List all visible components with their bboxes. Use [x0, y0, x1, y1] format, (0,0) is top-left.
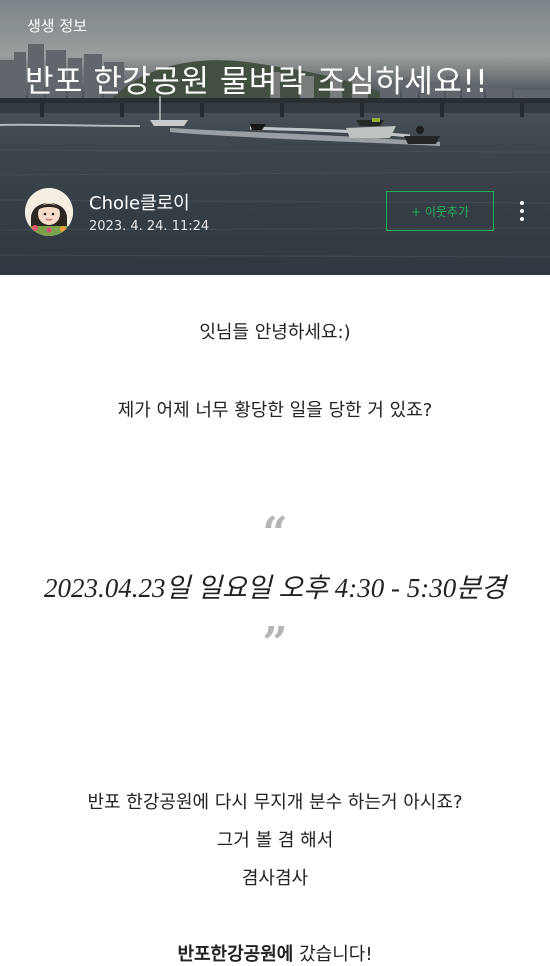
body-line-4-bold: 반포한강공원에 [177, 944, 294, 965]
body-line-4: 반포한강공원에 갔습니다! [0, 940, 550, 966]
quote-close-icon: ” [262, 618, 288, 669]
greeting-text: 잇님들 안녕하세요:) [199, 322, 351, 343]
body-line-4-rest: 갔습니다! [293, 944, 373, 965]
author-name[interactable]: Chole클로이 [89, 189, 190, 215]
header-hero: 생생 정보 반포 한강공원 물벼락 조심하세요!! Chole클로이 2023.… [0, 0, 550, 275]
quote-open-icon: “ [262, 508, 288, 559]
post-date: 2023. 4. 24. 11:24 [89, 219, 210, 234]
river-background-image [0, 0, 550, 275]
more-dot [520, 209, 524, 213]
body-line-2: 그거 볼 겸 해서 [216, 830, 334, 851]
more-dot [520, 201, 524, 205]
body-line-3: 겸사겸사 [241, 868, 309, 889]
post-title: 반포 한강공원 물벼락 조심하세요!! [25, 64, 489, 100]
body-line-1: 반포 한강공원에 다시 무지개 분수 하는거 아시죠? [87, 792, 463, 813]
more-dot [520, 217, 524, 221]
quote-text: 2023.04.23일 일요일 오후 4:30 - 5:30분경 [44, 573, 506, 603]
author-avatar[interactable] [25, 188, 73, 236]
more-vertical-icon[interactable] [510, 195, 534, 227]
add-neighbor-button[interactable]: + 이웃추가 [386, 191, 494, 231]
category-label[interactable]: 생생 정보 [27, 15, 87, 36]
avatar-illustration [25, 188, 73, 236]
intro-text: 제가 어제 너무 황당한 일을 당한 거 있죠? [117, 400, 433, 421]
